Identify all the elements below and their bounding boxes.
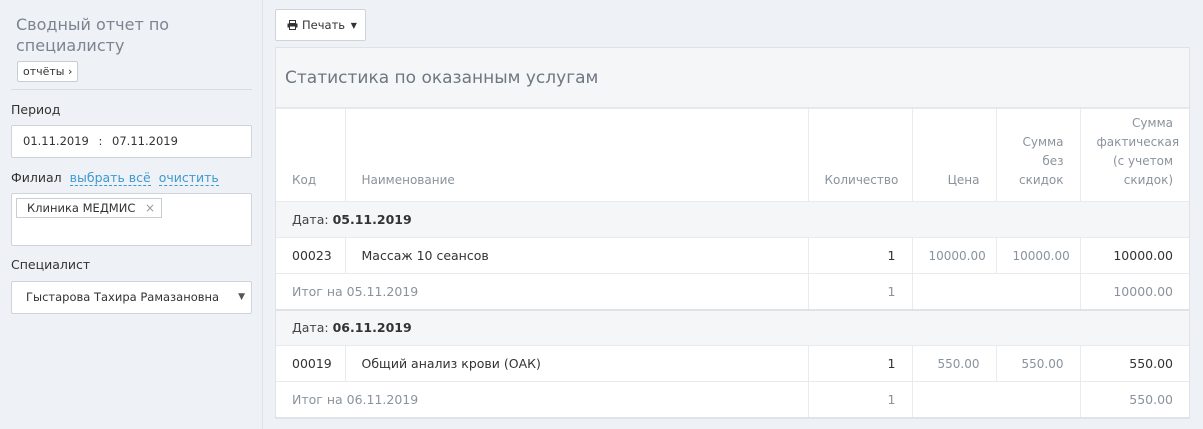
specialist-label: Специалист <box>11 257 91 272</box>
chevron-right-icon: › <box>68 65 73 78</box>
sum-header-line: без <box>1042 154 1064 168</box>
select-all-link[interactable]: выбрать всё <box>69 170 151 186</box>
table-row: 00023 Массаж 10 сеансов 1 10000.00 10000… <box>276 237 1189 274</box>
date-group-cell: Дата: 06.11.2019 <box>276 309 1189 346</box>
branch-tag: Клиника МЕДМИС × <box>16 198 163 218</box>
fact-header-line: (с учетом <box>1112 154 1173 168</box>
table-row: 00019 Общий анализ крови (ОАК) 1 550.00 … <box>276 345 1189 382</box>
date-prefix: Дата: <box>292 212 329 227</box>
clear-link[interactable]: очистить <box>158 170 219 186</box>
date-to: 07.11.2019 <box>112 134 178 148</box>
total-label: Итог на 05.11.2019 <box>276 273 808 311</box>
column-header-name[interactable]: Наименование <box>344 108 808 202</box>
services-table: Код Наименование Количество Цена Сумма б… <box>276 108 1189 419</box>
group-date: 05.11.2019 <box>332 212 412 227</box>
cell-fact: 550.00 <box>1079 345 1189 382</box>
date-prefix: Дата: <box>292 320 329 336</box>
specialist-value: Гыстарова Тахира Рамазановна <box>26 290 220 304</box>
print-button[interactable]: Печать ▼ <box>275 9 366 41</box>
cell-fact: 10000.00 <box>1079 237 1189 274</box>
fact-header-line: скидок) <box>1123 173 1173 187</box>
period-date-range-input[interactable]: 01.11.2019 : 07.11.2019 <box>11 125 252 158</box>
total-label: Итог на 06.11.2019 <box>276 381 808 419</box>
dropdown-caret-icon: ▼ <box>238 292 245 302</box>
specialist-select[interactable]: Гыстарова Тахира Рамазановна ▼ <box>11 281 252 314</box>
date-group-cell: Дата: 05.11.2019 <box>276 201 1189 238</box>
branch-multiselect[interactable]: Клиника МЕДМИС × <box>11 193 252 246</box>
date-group-row: Дата: 05.11.2019 <box>276 201 1189 238</box>
panel-title: Статистика по оказанным услугам <box>276 48 1189 108</box>
branch-label: Филиал <box>11 170 62 185</box>
cell-sum: 10000.00 <box>995 237 1080 274</box>
column-header-fact[interactable]: Сумма фактическая (с учетом скидок) <box>1079 108 1189 202</box>
total-fact: 550.00 <box>1079 381 1189 419</box>
sum-header-line: Сумма <box>1022 135 1064 149</box>
column-header-price[interactable]: Цена <box>911 108 996 202</box>
remove-tag-icon[interactable]: × <box>145 201 155 215</box>
reports-button-label: отчёты <box>23 65 65 78</box>
sum-header-line: скидок <box>1018 173 1064 187</box>
column-header-sum[interactable]: Сумма без скидок <box>995 108 1080 202</box>
date-from: 01.11.2019 <box>23 134 89 148</box>
cell-price: 10000.00 <box>911 237 996 274</box>
branch-label-row: Филиал выбрать всё очистить <box>11 170 219 186</box>
group-date: 06.11.2019 <box>332 320 412 336</box>
printer-icon <box>287 20 298 30</box>
total-row: Итог на 05.11.2019 1 10000.00 <box>276 273 1189 311</box>
divider <box>11 89 252 90</box>
column-header-code[interactable]: Код <box>276 108 345 202</box>
column-header-qty[interactable]: Количество <box>807 108 912 202</box>
period-label: Период <box>11 102 61 117</box>
cell-qty: 1 <box>807 345 912 382</box>
total-empty <box>911 381 1080 419</box>
table-header-row: Код Наименование Количество Цена Сумма б… <box>276 108 1189 202</box>
cell-qty: 1 <box>807 237 912 274</box>
caret-down-icon: ▼ <box>350 21 357 30</box>
total-qty: 1 <box>807 273 912 311</box>
print-button-label: Печать <box>302 18 346 32</box>
statistics-panel: Статистика по оказанным услугам Код Наим… <box>275 47 1190 419</box>
total-qty: 1 <box>807 381 912 419</box>
sidebar: Сводный отчет по специалисту отчёты › Пе… <box>0 0 263 429</box>
reports-button[interactable]: отчёты › <box>17 61 79 82</box>
cell-code: 00019 <box>276 345 345 382</box>
cell-name: Массаж 10 сеансов <box>344 237 808 274</box>
total-row: Итог на 06.11.2019 1 550.00 <box>276 381 1189 419</box>
total-empty <box>911 273 1080 311</box>
branch-tag-label: Клиника МЕДМИС <box>27 201 136 215</box>
fact-header-line: фактическая <box>1096 135 1180 149</box>
cell-code: 00023 <box>276 237 345 274</box>
date-separator: : <box>98 134 103 148</box>
page-title: Сводный отчет по специалисту <box>16 15 170 55</box>
total-fact: 10000.00 <box>1079 273 1189 311</box>
date-group-row: Дата: 06.11.2019 <box>276 309 1189 346</box>
fact-header-line: Сумма <box>1132 116 1173 130</box>
cell-name: Общий анализ крови (ОАК) <box>344 345 808 382</box>
cell-price: 550.00 <box>911 345 996 382</box>
cell-sum: 550.00 <box>995 345 1080 382</box>
